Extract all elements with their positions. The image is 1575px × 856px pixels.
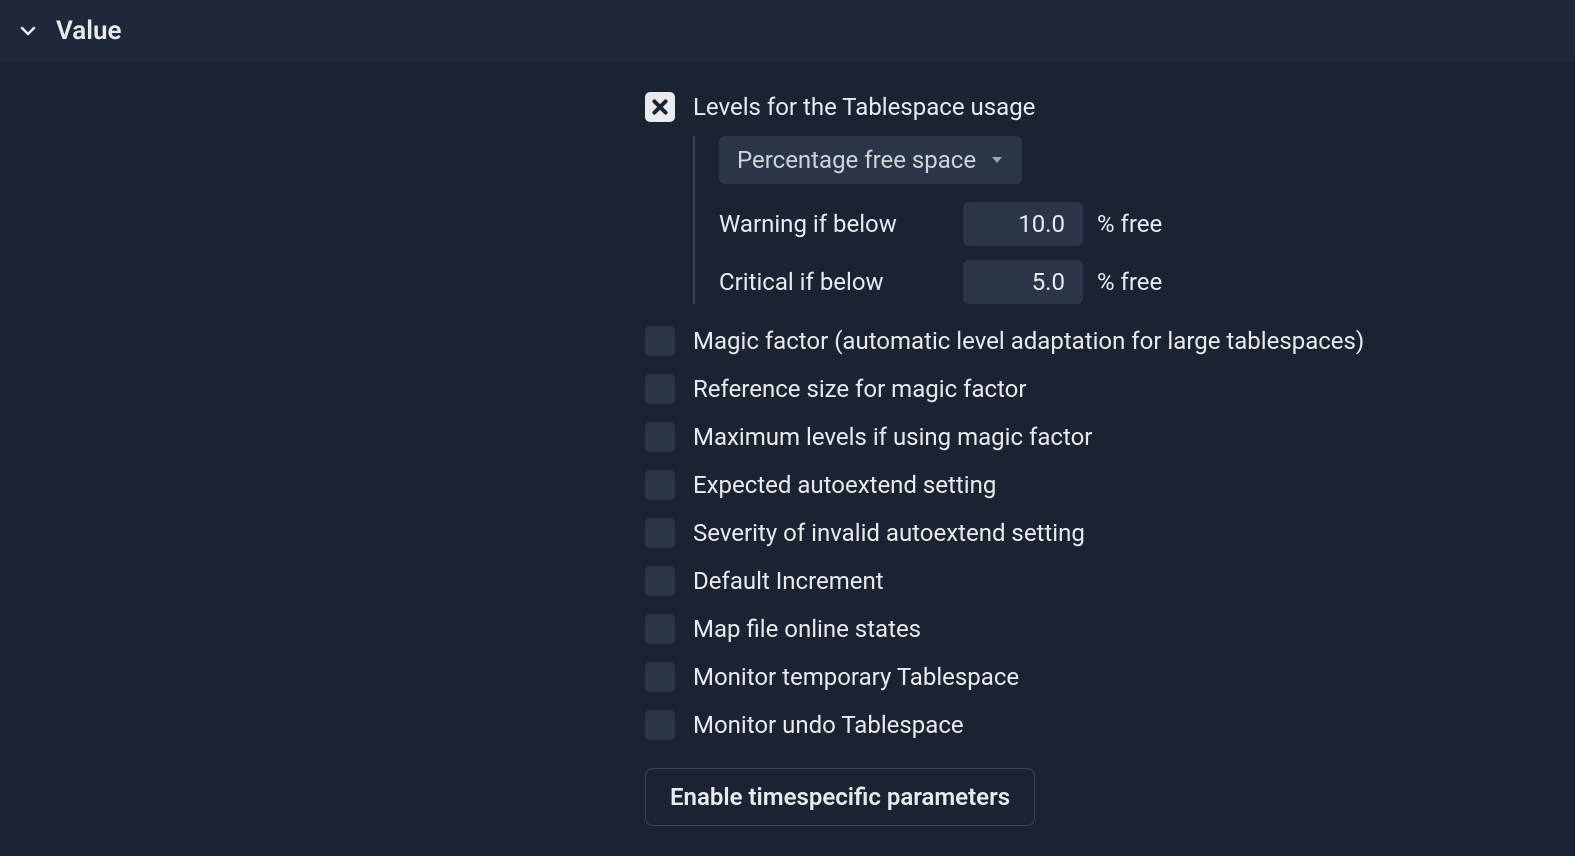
- option-label: Reference size for magic factor: [693, 375, 1027, 403]
- option-magic-factor: Magic factor (automatic level adaptation…: [645, 326, 1575, 356]
- option-reference-size: Reference size for magic factor: [645, 374, 1575, 404]
- checkbox[interactable]: [645, 662, 675, 692]
- close-x-icon: [651, 98, 669, 116]
- levels-option-row: Levels for the Tablespace usage: [645, 92, 1575, 122]
- option-severity-invalid-autoextend: Severity of invalid autoextend setting: [645, 518, 1575, 548]
- checkbox[interactable]: [645, 422, 675, 452]
- warning-input[interactable]: [963, 202, 1083, 246]
- critical-row: Critical if below % free: [719, 260, 1575, 304]
- option-label: Expected autoextend setting: [693, 471, 996, 499]
- levels-mode-dropdown[interactable]: Percentage free space: [719, 136, 1022, 184]
- checkbox[interactable]: [645, 710, 675, 740]
- option-maximum-levels: Maximum levels if using magic factor: [645, 422, 1575, 452]
- levels-label: Levels for the Tablespace usage: [693, 93, 1035, 121]
- option-monitor-undo: Monitor undo Tablespace: [645, 710, 1575, 740]
- option-label: Map file online states: [693, 615, 921, 643]
- checkbox[interactable]: [645, 470, 675, 500]
- checkbox[interactable]: [645, 518, 675, 548]
- option-label: Default Increment: [693, 567, 884, 595]
- option-label: Monitor undo Tablespace: [693, 711, 964, 739]
- options-list: Magic factor (automatic level adaptation…: [645, 326, 1575, 748]
- option-monitor-temporary: Monitor temporary Tablespace: [645, 662, 1575, 692]
- content-area: Levels for the Tablespace usage Percenta…: [0, 62, 1575, 856]
- critical-input[interactable]: [963, 260, 1083, 304]
- option-label: Monitor temporary Tablespace: [693, 663, 1019, 691]
- enable-timespecific-button[interactable]: Enable timespecific parameters: [645, 768, 1035, 826]
- dropdown-value: Percentage free space: [737, 146, 976, 174]
- warning-unit: % free: [1097, 210, 1162, 238]
- option-label: Severity of invalid autoextend setting: [693, 519, 1085, 547]
- levels-nested-block: Percentage free space Warning if below %…: [693, 136, 1575, 304]
- option-label: Maximum levels if using magic factor: [693, 423, 1092, 451]
- option-expected-autoextend: Expected autoextend setting: [645, 470, 1575, 500]
- caret-down-icon: [990, 155, 1004, 165]
- option-default-increment: Default Increment: [645, 566, 1575, 596]
- section-title: Value: [56, 16, 122, 46]
- checkbox[interactable]: [645, 374, 675, 404]
- checkbox[interactable]: [645, 614, 675, 644]
- section-header[interactable]: Value: [0, 0, 1575, 62]
- checkbox[interactable]: [645, 566, 675, 596]
- option-map-file-online: Map file online states: [645, 614, 1575, 644]
- warning-label: Warning if below: [719, 210, 949, 238]
- critical-label: Critical if below: [719, 268, 949, 296]
- warning-row: Warning if below % free: [719, 202, 1575, 246]
- levels-checkbox[interactable]: [645, 92, 675, 122]
- chevron-down-icon: [20, 23, 36, 39]
- checkbox[interactable]: [645, 326, 675, 356]
- critical-unit: % free: [1097, 268, 1162, 296]
- option-label: Magic factor (automatic level adaptation…: [693, 327, 1364, 355]
